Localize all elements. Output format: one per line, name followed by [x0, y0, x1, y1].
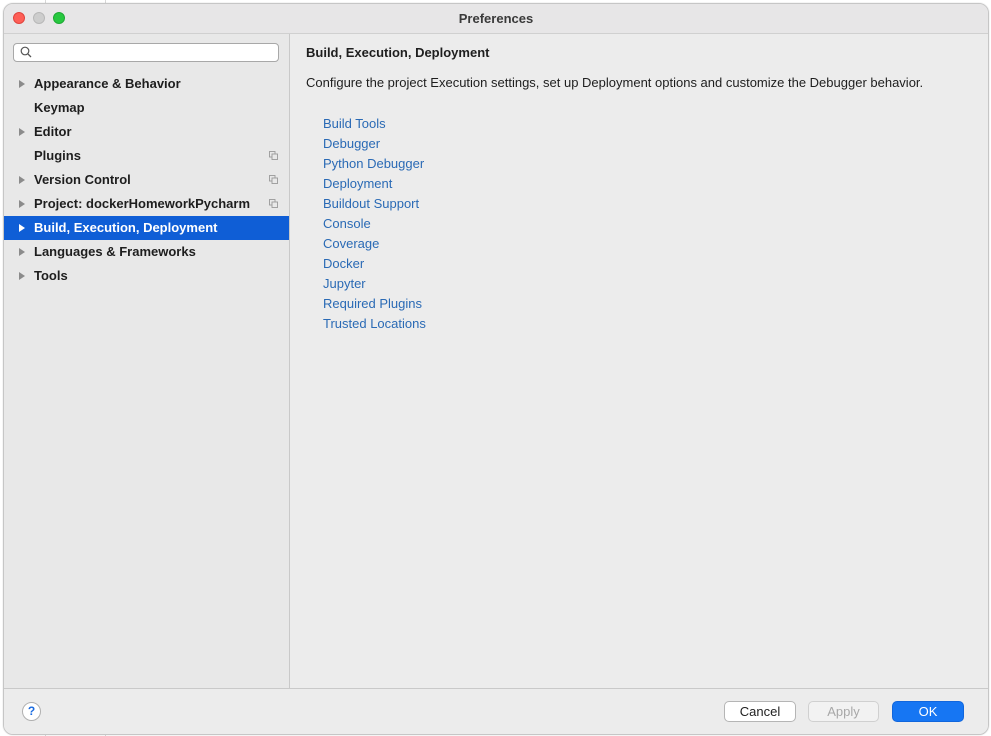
- chevron-right-icon[interactable]: [19, 272, 25, 280]
- search-input[interactable]: [13, 43, 279, 62]
- copy-icon: [269, 199, 278, 208]
- sidebar-item-editor[interactable]: Editor: [4, 120, 289, 144]
- search-icon: [20, 46, 32, 58]
- page-description: Configure the project Execution settings…: [306, 75, 924, 90]
- chevron-right-icon[interactable]: [19, 224, 25, 232]
- title-bar: Preferences: [4, 4, 988, 34]
- link-jupyter[interactable]: Jupyter: [323, 274, 426, 294]
- sidebar-item-label: Project: dockerHomeworkPycharm: [34, 196, 251, 211]
- link-console[interactable]: Console: [323, 214, 426, 234]
- preferences-window: Preferences Appearance & Behavior Keymap E…: [3, 3, 989, 735]
- settings-content: Build, Execution, Deployment Configure t…: [290, 34, 988, 688]
- sidebar-item-label: Build, Execution, Deployment: [34, 220, 218, 235]
- sidebar-item-label: Keymap: [34, 100, 85, 115]
- sidebar-item-label: Tools: [34, 268, 68, 283]
- link-coverage[interactable]: Coverage: [323, 234, 426, 254]
- link-debugger[interactable]: Debugger: [323, 134, 426, 154]
- link-trusted-locations[interactable]: Trusted Locations: [323, 314, 426, 334]
- chevron-right-icon[interactable]: [19, 128, 25, 136]
- sidebar-item-label: Appearance & Behavior: [34, 76, 181, 91]
- chevron-right-icon[interactable]: [19, 248, 25, 256]
- dialog-footer: ? Cancel Apply OK: [4, 688, 988, 734]
- copy-icon: [269, 175, 278, 184]
- sidebar-item-project-dockerhomeworkpycharm[interactable]: Project: dockerHomeworkPycharm: [4, 192, 289, 216]
- copy-icon: [269, 151, 278, 160]
- sidebar-item-label: Languages & Frameworks: [34, 244, 196, 259]
- link-buildout-support[interactable]: Buildout Support: [323, 194, 426, 214]
- chevron-right-icon[interactable]: [19, 176, 25, 184]
- help-button[interactable]: ?: [22, 702, 41, 721]
- window-title: Preferences: [458, 11, 534, 26]
- sidebar-item-plugins[interactable]: Plugins: [4, 144, 289, 168]
- sidebar-item-label: Editor: [34, 124, 72, 139]
- link-docker[interactable]: Docker: [323, 254, 426, 274]
- link-deployment[interactable]: Deployment: [323, 174, 426, 194]
- page-title: Build, Execution, Deployment: [306, 45, 490, 60]
- settings-sidebar: Appearance & Behavior Keymap Editor Plugins…: [4, 34, 290, 688]
- link-python-debugger[interactable]: Python Debugger: [323, 154, 426, 174]
- ok-button[interactable]: OK: [892, 701, 964, 722]
- chevron-right-icon[interactable]: [19, 80, 25, 88]
- sidebar-item-languages-frameworks[interactable]: Languages & Frameworks: [4, 240, 289, 264]
- link-build-tools[interactable]: Build Tools: [323, 114, 426, 134]
- cancel-button[interactable]: Cancel: [724, 701, 796, 722]
- sidebar-item-label: Plugins: [34, 148, 81, 163]
- apply-button[interactable]: Apply: [808, 701, 879, 722]
- settings-tree: Appearance & Behavior Keymap Editor Plugins…: [4, 72, 289, 288]
- sidebar-item-keymap[interactable]: Keymap: [4, 96, 289, 120]
- chevron-right-icon[interactable]: [19, 200, 25, 208]
- subsection-links: Build Tools Debugger Python Debugger Deploy…: [323, 114, 426, 334]
- sidebar-item-label: Version Control: [34, 172, 131, 187]
- link-required-plugins[interactable]: Required Plugins: [323, 294, 426, 314]
- sidebar-item-tools[interactable]: Tools: [4, 264, 289, 288]
- sidebar-item-version-control[interactable]: Version Control: [4, 168, 289, 192]
- sidebar-item-appearance-behavior[interactable]: Appearance & Behavior: [4, 72, 289, 96]
- sidebar-item-build-execution-deployment[interactable]: Build, Execution, Deployment: [4, 216, 289, 240]
